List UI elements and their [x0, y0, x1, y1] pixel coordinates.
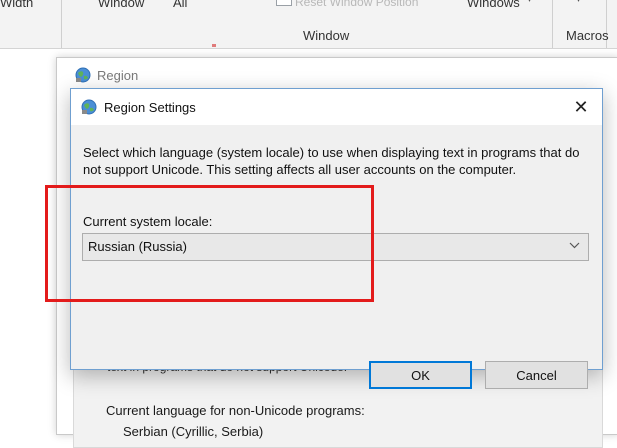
close-icon: ✕: [573, 96, 589, 117]
ribbon-windows-button[interactable]: Windows: [467, 0, 520, 10]
ribbon-macros-dropdown-icon[interactable]: ▾: [576, 0, 581, 5]
ribbon-separator: [552, 0, 553, 48]
ribbon-group-window: Window: [303, 28, 350, 43]
region-settings-dialog: Region Settings ✕ Select which language …: [70, 88, 603, 389]
dialog-titlebar[interactable]: Region Settings ✕: [71, 89, 602, 125]
dialog-description: Select which language (system locale) to…: [83, 145, 580, 177]
region-titlebar[interactable]: Region: [57, 58, 617, 92]
cancel-button[interactable]: Cancel: [485, 361, 588, 389]
system-locale-label: Current system locale:: [83, 214, 213, 229]
ribbon-reset-icon: [276, 0, 292, 6]
ok-button[interactable]: OK: [369, 361, 472, 389]
dialog-body: Select which language (system locale) to…: [71, 125, 602, 389]
region-window-title: Region: [97, 67, 139, 83]
ribbon-group-macros: Macros: [566, 28, 609, 43]
ribbon-width-label: Width: [0, 0, 34, 10]
close-button[interactable]: ✕: [566, 93, 596, 121]
ribbon-separator: [61, 0, 62, 48]
ribbon-window-item[interactable]: Window: [98, 0, 144, 10]
ribbon-reset-position[interactable]: Reset Window Position: [295, 0, 418, 9]
system-locale-select[interactable]: Russian (Russia): [82, 233, 589, 261]
globe-icon: [81, 99, 97, 115]
chevron-down-icon: [569, 242, 580, 249]
ribbon-marker: [212, 44, 216, 47]
excel-ribbon: Width Window All Reset Window Position W…: [0, 0, 617, 49]
ribbon-windows-dropdown-icon[interactable]: ▾: [527, 0, 532, 5]
ribbon-all-item[interactable]: All: [173, 0, 187, 10]
region-language-value: Serbian (Cyrillic, Serbia): [123, 424, 264, 439]
globe-icon: [75, 67, 91, 83]
dialog-title: Region Settings: [104, 99, 196, 115]
region-language-label: Current language for non-Unicode program…: [106, 403, 365, 418]
system-locale-value: Russian (Russia): [88, 239, 187, 254]
